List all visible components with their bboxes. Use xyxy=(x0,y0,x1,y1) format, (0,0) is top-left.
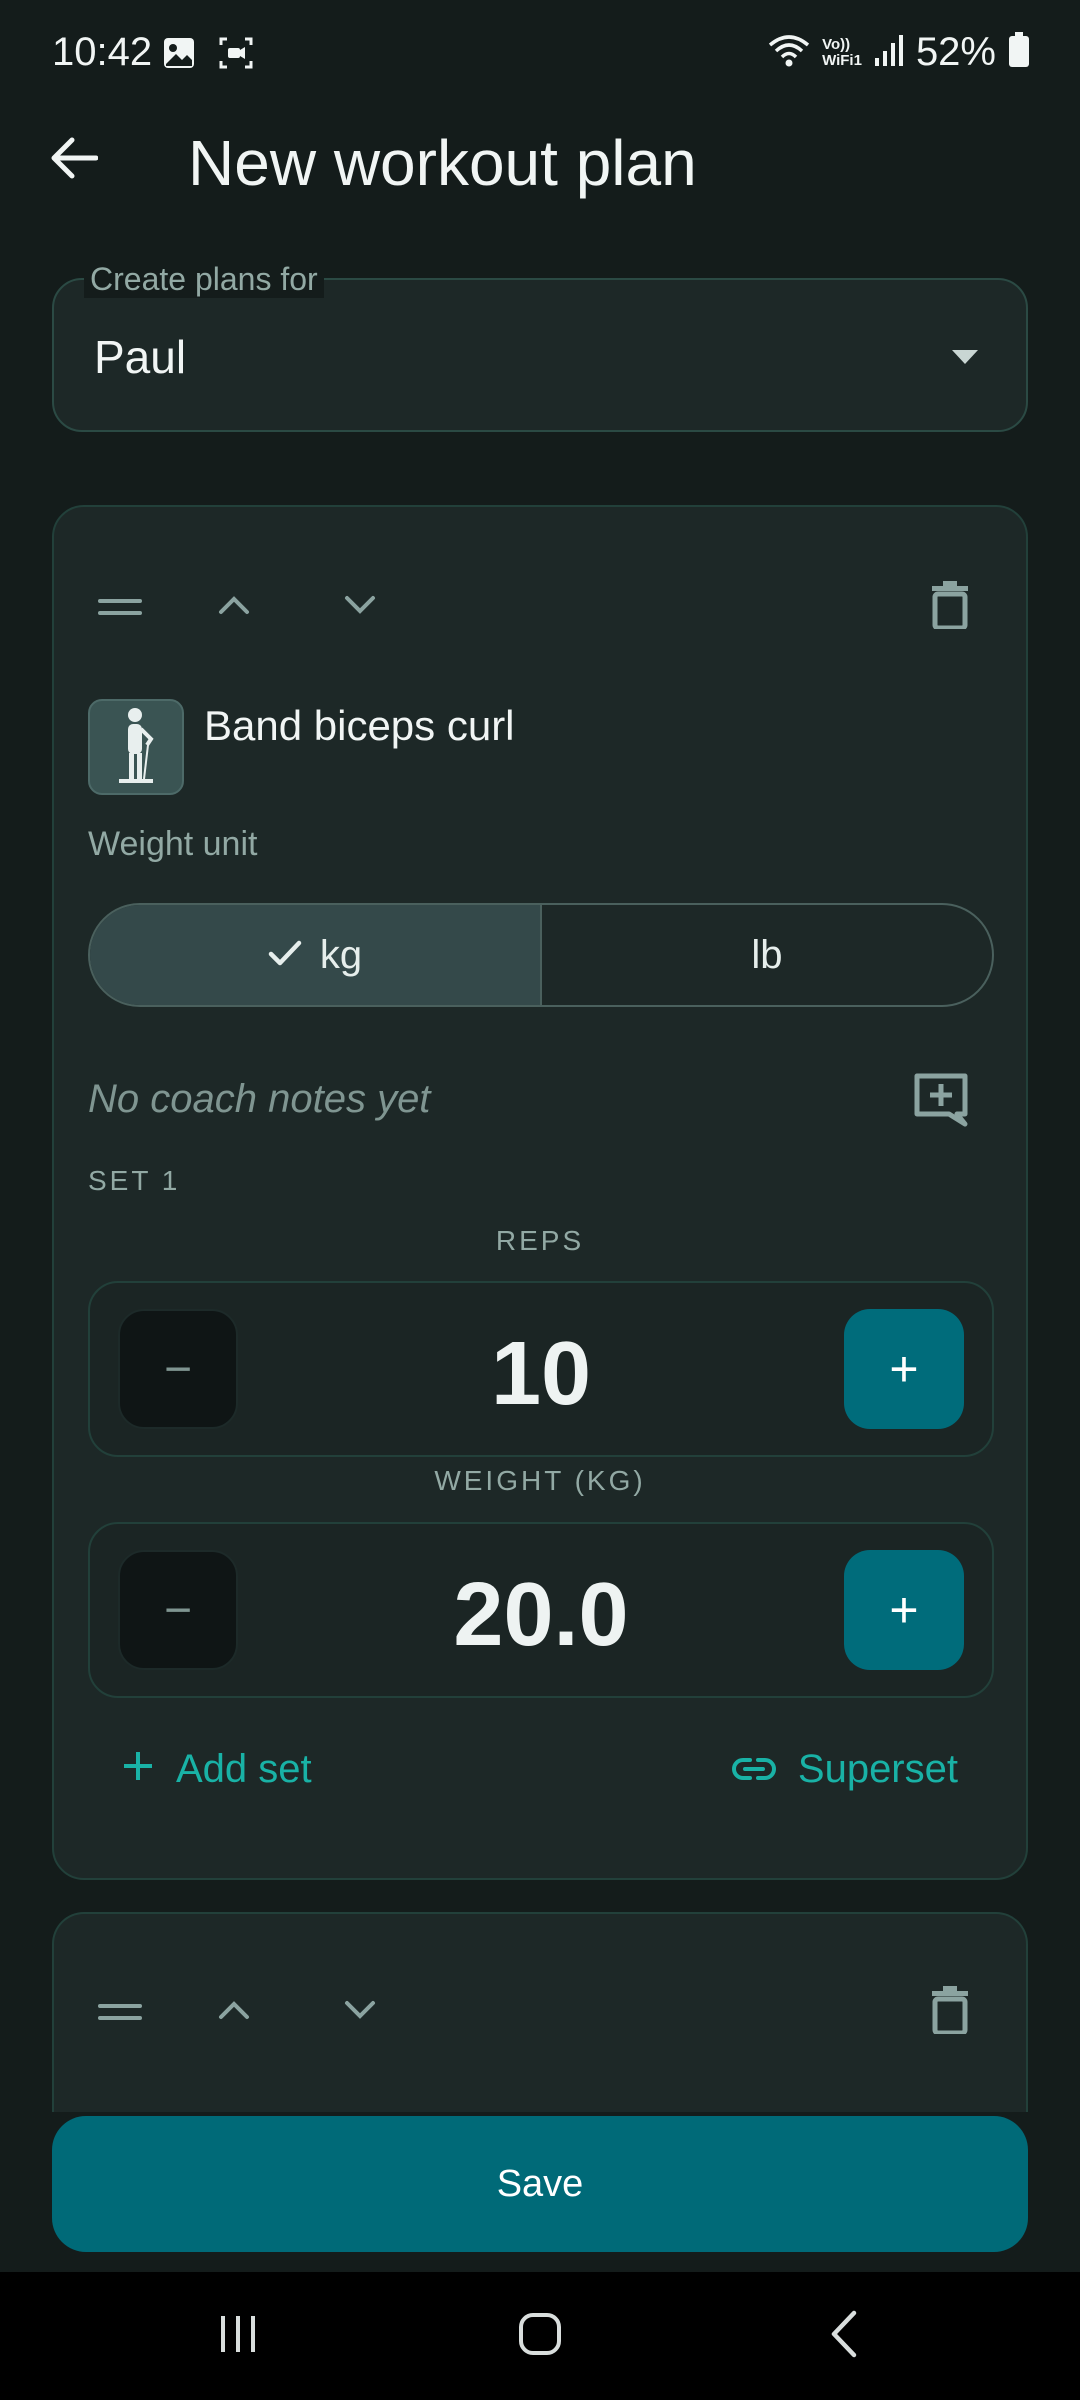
unit-option-kg[interactable]: kg xyxy=(90,905,542,1005)
exercise-name: Band biceps curl xyxy=(204,702,515,749)
home-icon xyxy=(518,2312,562,2361)
reps-increment-button[interactable]: + xyxy=(844,1309,964,1429)
trash-icon xyxy=(932,1985,968,2039)
unit-option-label: kg xyxy=(319,932,363,977)
weight-caption: WEIGHT (KG) xyxy=(434,1465,646,1496)
drag-handle-icon[interactable] xyxy=(80,1972,160,2052)
superset-label: Superset xyxy=(797,1747,958,1791)
athlete-select-label: Create plans for xyxy=(84,260,324,298)
recent-apps-icon xyxy=(218,2314,258,2359)
athlete-select-value: Paul xyxy=(94,331,187,383)
system-back-button[interactable] xyxy=(814,2306,874,2366)
weight-stepper: − 20.0 + xyxy=(88,1522,994,1698)
reps-caption: REPS xyxy=(495,1225,585,1256)
chevron-down-icon xyxy=(344,2000,376,2025)
set-label: SET 1 xyxy=(88,1165,181,1196)
chevron-left-icon xyxy=(829,2310,859,2363)
reps-stepper: − 10 + xyxy=(88,1281,994,1457)
card-toolbar xyxy=(54,567,1026,647)
status-time: 10:42 xyxy=(52,30,153,74)
add-note-button[interactable] xyxy=(906,1067,976,1137)
move-up-button[interactable] xyxy=(194,1972,274,2052)
home-button[interactable] xyxy=(510,2306,570,2366)
coach-notes-placeholder[interactable]: No coach notes yet xyxy=(88,1077,430,1122)
plus-icon xyxy=(122,1747,154,1792)
drag-handle-icon[interactable] xyxy=(80,567,160,647)
gallery-icon xyxy=(162,36,196,75)
chevron-down-icon xyxy=(344,595,376,620)
battery-percent: 52% xyxy=(915,30,996,74)
delete-exercise-button[interactable] xyxy=(910,567,990,647)
back-button[interactable] xyxy=(44,130,104,190)
signal-icon xyxy=(874,34,904,71)
chevron-up-icon xyxy=(218,595,250,620)
delete-exercise-button[interactable] xyxy=(910,1972,990,2052)
exercise-figure-icon xyxy=(111,705,161,790)
superset-button[interactable]: Superset xyxy=(731,1747,958,1792)
add-set-label: Add set xyxy=(176,1747,312,1791)
trash-icon xyxy=(932,580,968,634)
move-up-button[interactable] xyxy=(194,567,274,647)
link-icon xyxy=(731,1747,776,1792)
weight-unit-toggle: kg lb xyxy=(88,903,994,1007)
add-set-button[interactable]: Add set xyxy=(122,1747,312,1792)
volte-wifi-indicator: Vo)) WiFi1 xyxy=(822,35,862,69)
wifi-icon xyxy=(768,33,810,72)
status-bar: 10:42 Vo)) WiFi1 52% xyxy=(0,0,1080,110)
exercise-thumbnail[interactable] xyxy=(88,699,184,795)
card-toolbar xyxy=(54,1972,1026,2052)
arrow-left-icon xyxy=(50,136,99,185)
add-comment-icon xyxy=(913,1072,969,1133)
athlete-select[interactable]: Create plans for Paul xyxy=(52,260,1028,432)
move-down-button[interactable] xyxy=(320,567,400,647)
recent-apps-button[interactable] xyxy=(208,2306,268,2366)
battery-icon xyxy=(1008,32,1030,73)
check-icon xyxy=(268,933,302,978)
page-title: New workout plan xyxy=(188,127,697,199)
weight-unit-label: Weight unit xyxy=(88,825,258,863)
exercise-card: Band biceps curl Weight unit kg lb No co… xyxy=(52,505,1028,1880)
dropdown-arrow-icon xyxy=(952,350,978,364)
screen-record-icon xyxy=(218,36,254,75)
save-button[interactable]: Save xyxy=(52,2116,1028,2252)
system-nav-bar xyxy=(0,2272,1080,2400)
exercise-card xyxy=(52,1912,1028,2112)
weight-increment-button[interactable]: + xyxy=(844,1550,964,1670)
unit-option-lb[interactable]: lb xyxy=(542,905,992,1005)
unit-option-label: lb xyxy=(751,932,783,977)
chevron-up-icon xyxy=(218,2000,250,2025)
move-down-button[interactable] xyxy=(320,1972,400,2052)
